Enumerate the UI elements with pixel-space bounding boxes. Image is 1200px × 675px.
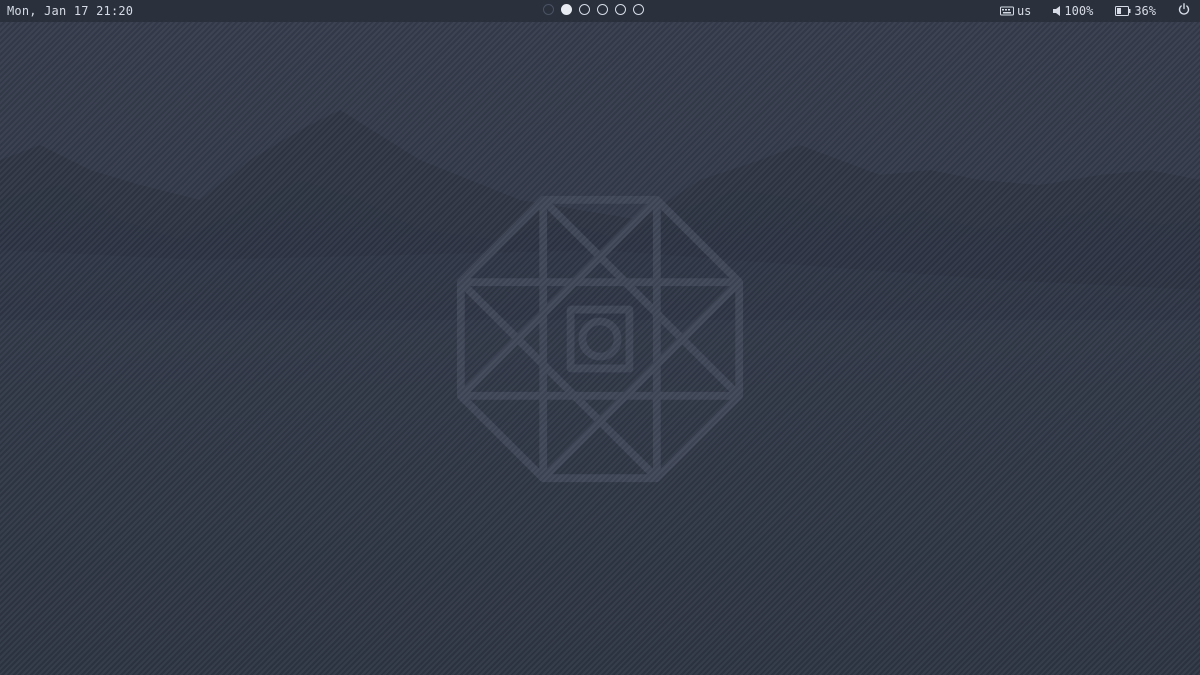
battery-icon — [1115, 6, 1131, 16]
top-bar: Mon, Jan 17 21:20 us 100% 36% — [0, 0, 1200, 22]
volume-label: 100% — [1064, 4, 1094, 18]
workspace-4[interactable] — [597, 4, 608, 15]
speaker-icon — [1053, 6, 1061, 16]
volume[interactable]: 100% — [1053, 0, 1093, 22]
power-icon[interactable] — [1178, 0, 1190, 22]
workspace-2[interactable] — [561, 4, 572, 15]
keyboard-layout[interactable]: us — [999, 0, 1032, 22]
workspace-6[interactable] — [633, 4, 644, 15]
keyboard-icon — [999, 6, 1014, 16]
workspace-1[interactable] — [543, 4, 554, 15]
workspace-5[interactable] — [615, 4, 626, 15]
battery[interactable]: 36% — [1115, 0, 1156, 22]
battery-label: 36% — [1134, 4, 1156, 18]
workspace-indicators — [543, 4, 644, 18]
system-tray: us 100% 36% — [999, 0, 1200, 22]
hypercube-logo — [456, 195, 744, 483]
desktop: Mon, Jan 17 21:20 us 100% 36% — [0, 0, 1200, 675]
clock[interactable]: Mon, Jan 17 21:20 — [7, 0, 133, 22]
workspace-3[interactable] — [579, 4, 590, 15]
keyboard-layout-label: us — [1016, 4, 1032, 18]
